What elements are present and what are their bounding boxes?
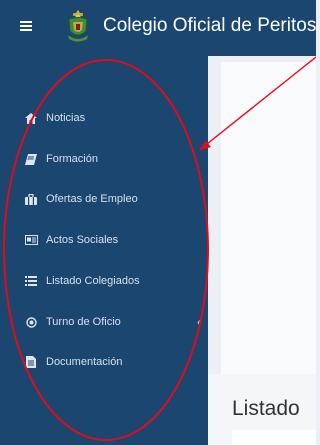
- sidebar-item-listado-colegiados[interactable]: Listado Colegiados: [0, 269, 208, 293]
- sidebar-item-ofertas-empleo[interactable]: Ofertas de Empleo: [0, 187, 208, 211]
- sidebar-item-label: Turno de Oficio: [46, 316, 121, 328]
- sidebar-item-label: Actos Sociales: [46, 234, 119, 246]
- sidebar: Noticias Formación Ofertas de Empleo Act…: [0, 56, 208, 445]
- content-box: [232, 430, 316, 445]
- sidebar-item-noticias[interactable]: Noticias: [0, 106, 208, 130]
- content-panel: [221, 62, 316, 382]
- sidebar-item-label: Documentación: [46, 356, 123, 368]
- document-icon: [24, 356, 38, 368]
- briefcase-icon: [24, 193, 38, 205]
- sidebar-item-documentacion[interactable]: Documentación: [0, 350, 208, 374]
- sidebar-item-label: Formación: [46, 153, 98, 165]
- sidebar-item-label: Ofertas de Empleo: [46, 193, 138, 205]
- page-heading: Listado: [232, 397, 300, 420]
- book-icon: [24, 153, 38, 165]
- top-navbar: Colegio Oficial de Peritos: [0, 0, 316, 56]
- main-content: Listado: [208, 56, 316, 445]
- sidebar-item-label: Listado Colegiados: [46, 275, 140, 287]
- app-title[interactable]: Colegio Oficial de Peritos: [103, 15, 316, 37]
- sidebar-item-formacion[interactable]: Formación: [0, 147, 208, 171]
- circle-dot-icon: [24, 316, 38, 328]
- list-icon: [24, 275, 38, 287]
- crest-logo[interactable]: [66, 9, 90, 43]
- home-icon: [24, 112, 38, 124]
- sidebar-item-label: Noticias: [46, 112, 86, 124]
- newspaper-icon: [24, 234, 38, 246]
- chevron-left-icon[interactable]: ‹: [197, 315, 201, 329]
- hamburger-icon[interactable]: [20, 21, 32, 31]
- sidebar-item-turno-oficio[interactable]: Turno de Oficio ‹: [0, 310, 208, 334]
- sidebar-item-actos-sociales[interactable]: Actos Sociales: [0, 228, 208, 252]
